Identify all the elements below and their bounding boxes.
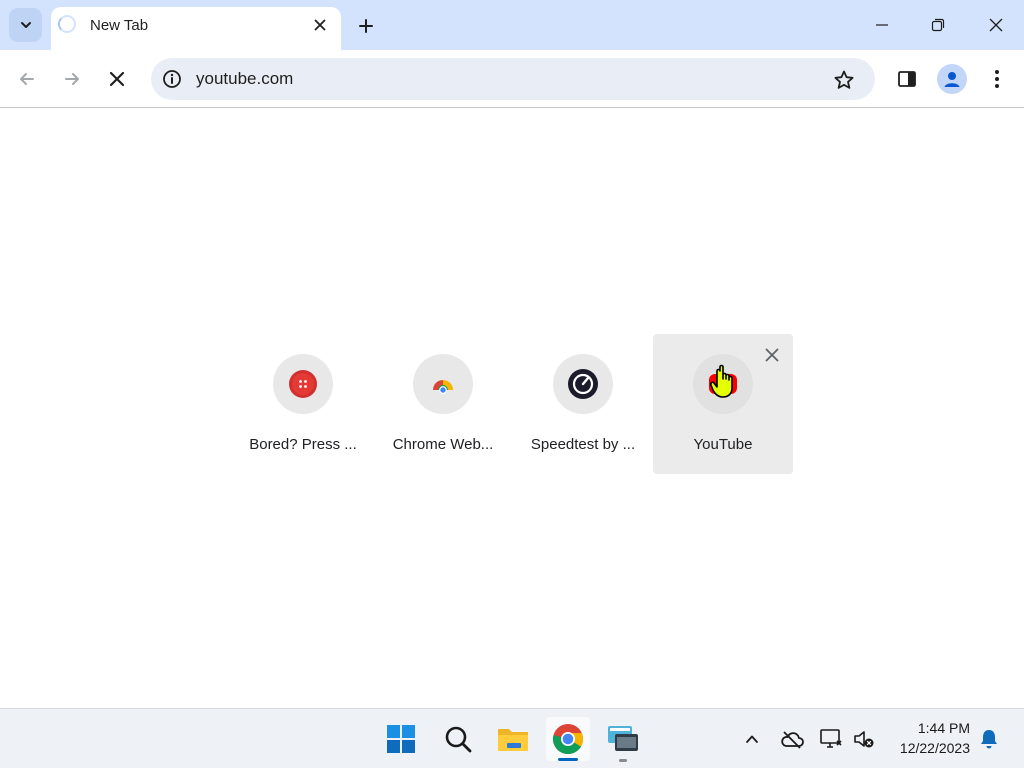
windows-taskbar: 1:44 PM 12/22/2023: [0, 708, 1024, 768]
tab-title: New Tab: [90, 17, 149, 34]
close-icon: [314, 19, 326, 31]
address-input[interactable]: [196, 69, 796, 89]
remote-desktop-button[interactable]: [601, 717, 645, 761]
stop-icon: [109, 71, 125, 87]
onedrive-button[interactable]: [780, 727, 804, 751]
file-explorer-icon: [498, 729, 528, 751]
clock-date[interactable]: 12/22/2023: [880, 740, 970, 756]
tab-search-button[interactable]: [9, 8, 42, 42]
new-tab-page: Bored? Press ... Chrome Web... Speedtest…: [0, 109, 1024, 708]
red-button-icon: [289, 370, 317, 398]
remote-desktop-icon: [608, 726, 638, 751]
tile-label: Chrome Web...: [392, 436, 494, 453]
side-panel-button[interactable]: [890, 62, 924, 96]
bookmark-button[interactable]: [831, 67, 857, 93]
open-app-indicator: [619, 759, 627, 762]
arrow-left-icon: [20, 73, 34, 85]
kebab-menu-icon: [995, 70, 999, 88]
tab-close-button[interactable]: [309, 14, 331, 36]
tile-label: Speedtest by ...: [530, 436, 636, 453]
show-hidden-icons-button[interactable]: [740, 727, 764, 751]
network-button[interactable]: [819, 727, 843, 751]
search-icon: [445, 726, 472, 753]
shortcut-tile-speedtest[interactable]: Speedtest by ...: [513, 334, 653, 474]
close-icon: [765, 348, 779, 362]
volume-button[interactable]: [852, 727, 876, 751]
back-button[interactable]: [10, 62, 44, 96]
chrome-web-store-icon: [433, 380, 453, 394]
speedometer-icon: [568, 369, 598, 399]
tile-icon-wrapper: [273, 354, 333, 414]
shortcut-tile-youtube[interactable]: YouTube: [653, 334, 793, 474]
loading-spinner-icon: [58, 15, 76, 33]
close-window-button[interactable]: [968, 0, 1024, 50]
tile-label: YouTube: [693, 436, 753, 453]
star-icon: [834, 70, 854, 89]
browser-toolbar: [0, 50, 1024, 108]
shortcut-tile-bored[interactable]: Bored? Press ...: [233, 334, 373, 474]
active-app-indicator: [558, 758, 578, 761]
plus-icon: [359, 19, 373, 33]
cloud-offline-icon: [781, 731, 804, 749]
windows-start-icon: [387, 725, 415, 753]
forward-button[interactable]: [55, 62, 89, 96]
close-icon: [989, 18, 1003, 32]
file-explorer-button[interactable]: [491, 717, 535, 761]
side-panel-icon: [898, 71, 916, 87]
restore-button[interactable]: [910, 0, 966, 50]
new-tab-button[interactable]: [352, 12, 380, 40]
tile-label: Bored? Press ...: [249, 436, 357, 453]
title-bar: New Tab: [0, 0, 1024, 50]
minimize-button[interactable]: [854, 0, 910, 50]
notification-bell-icon: [981, 730, 997, 749]
arrow-right-icon: [65, 73, 79, 85]
clock-time[interactable]: 1:44 PM: [890, 720, 970, 736]
hand-cursor-icon: [710, 364, 733, 398]
person-icon: [944, 72, 960, 87]
chevron-down-icon: [20, 22, 31, 28]
shortcut-tile-chrome-web-store[interactable]: Chrome Web...: [373, 334, 513, 474]
tile-icon-wrapper: [413, 354, 473, 414]
chrome-icon: [552, 724, 583, 755]
start-button[interactable]: [379, 717, 423, 761]
tile-icon-wrapper: [553, 354, 613, 414]
speaker-muted-icon: [854, 731, 874, 748]
chrome-taskbar-button[interactable]: [546, 717, 590, 761]
minimize-icon: [876, 24, 888, 26]
profile-button[interactable]: [937, 64, 967, 94]
remove-shortcut-button[interactable]: [763, 346, 781, 364]
info-icon: [163, 70, 181, 88]
restore-icon: [931, 18, 945, 32]
search-button[interactable]: [436, 717, 480, 761]
notifications-button[interactable]: [977, 727, 1001, 751]
address-bar[interactable]: [151, 58, 875, 100]
stop-loading-button[interactable]: [100, 62, 134, 96]
network-icon: [820, 729, 842, 748]
chevron-up-icon: [746, 735, 758, 743]
menu-button[interactable]: [980, 62, 1014, 96]
site-info-button[interactable]: [161, 68, 183, 90]
